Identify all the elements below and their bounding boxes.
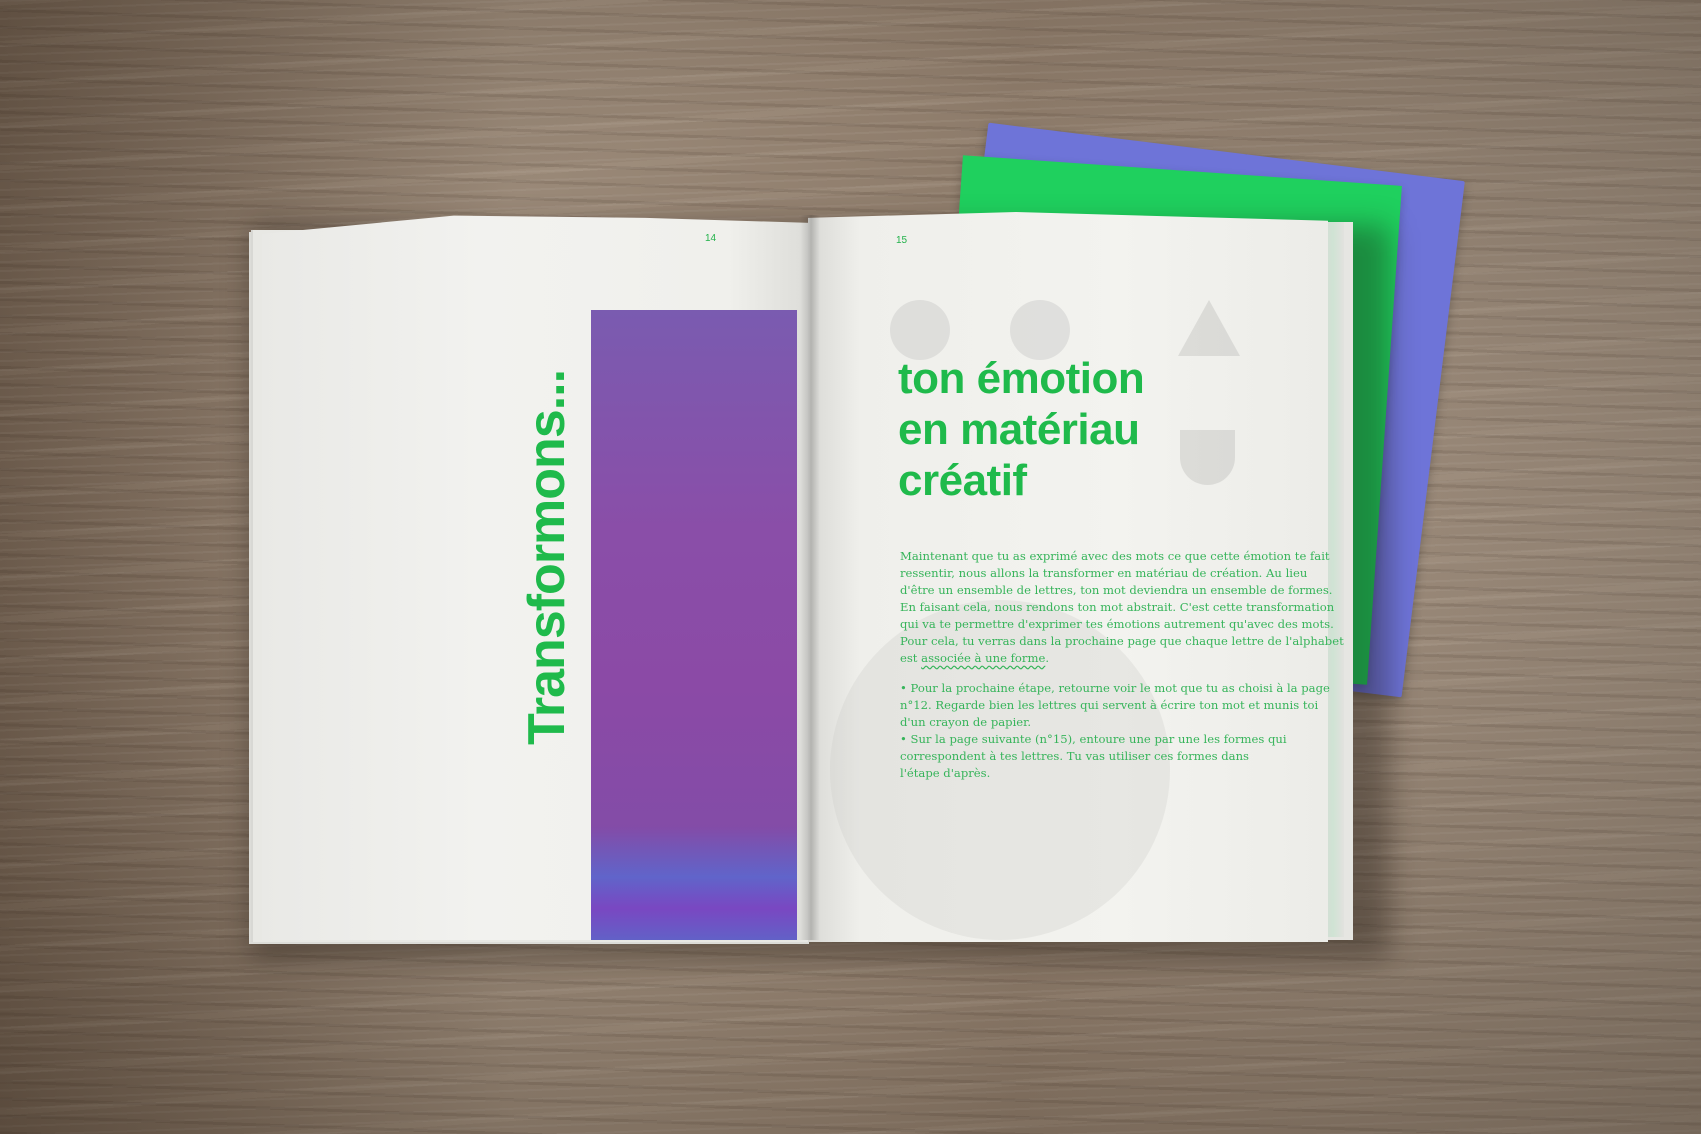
headline: ton émotion en matériau créatif <box>898 353 1318 506</box>
body-last-suffix: . <box>1045 651 1049 665</box>
ghost-circle-small <box>890 300 950 360</box>
instruction-steps: • Pour la prochaine étape, retourne voir… <box>900 680 1330 782</box>
step-line: d'un crayon de papier. <box>900 715 1032 729</box>
body-line-last: est associée à une forme. <box>900 650 1295 667</box>
vertical-title: Transformons... <box>518 369 576 745</box>
body-line: d'être un ensemble de lettres, ton mot d… <box>900 583 1333 597</box>
step-line: correspondent à tes lettres. Tu vas util… <box>900 749 1250 763</box>
book-gutter <box>800 215 820 940</box>
body-line: ressentir, nous allons la transformer en… <box>900 566 1308 580</box>
body-line: Pour cela, tu verras dans la prochaine p… <box>900 634 1344 648</box>
step-line: l'étape d'après. <box>900 766 991 780</box>
body-paragraph: Maintenant que tu as exprimé avec des mo… <box>900 548 1344 667</box>
headline-line: ton émotion <box>898 354 1145 403</box>
headline-line: créatif <box>898 456 1027 505</box>
body-line: qui va te permettre d'exprimer tes émoti… <box>900 617 1334 631</box>
page-number-right: 15 <box>896 235 908 246</box>
purple-risograph-block <box>591 310 797 940</box>
step-line: • Pour la prochaine étape, retourne voir… <box>900 681 1330 695</box>
page-number-left: 14 <box>705 233 717 244</box>
body-line: En faisant cela, nous rendons ton mot ab… <box>900 600 1335 614</box>
step-line: • Sur la page suivante (n°15), entoure u… <box>900 732 1287 746</box>
headline-line: en matériau <box>898 405 1140 454</box>
body-line: Maintenant que tu as exprimé avec des mo… <box>900 549 1330 563</box>
ghost-circle-small-2 <box>1010 300 1070 360</box>
body-last-prefix: est <box>900 651 922 665</box>
step-line: n°12. Regarde bien les lettres qui serve… <box>900 698 1319 712</box>
underlined-phrase: associée à une forme <box>921 651 1046 665</box>
